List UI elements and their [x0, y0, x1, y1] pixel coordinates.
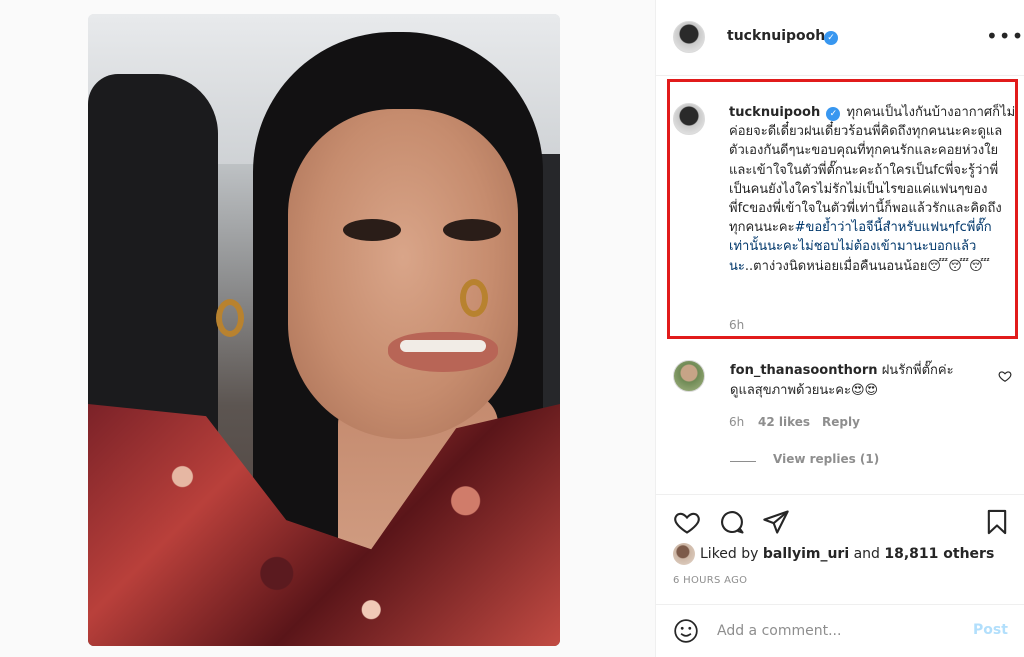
caption-end: ..ตาง่วงนิดหน่อยเมื่อคืนนอนน้อย😴😴😴 [744, 258, 990, 274]
comment-body: fon_thanasoonthorn ฝนรักพี่ตั๊กค่ะ ดูแลส… [730, 361, 970, 401]
liked-by-avatar[interactable] [673, 543, 695, 565]
page: tucknuipooh ✓ ••• tucknuipooh ✓ ทุกคนเป็… [0, 0, 1024, 657]
face [288, 109, 518, 439]
caption-username[interactable]: tucknuipooh [729, 105, 820, 120]
commenter-username[interactable]: fon_thanasoonthorn [730, 363, 878, 378]
right-earring [460, 279, 488, 317]
commenter-avatar[interactable] [673, 360, 705, 392]
comment-likes[interactable]: 42 likes [758, 415, 810, 429]
emoji-icon[interactable] [673, 618, 699, 644]
right-eye [443, 219, 501, 241]
header-avatar[interactable] [673, 21, 705, 53]
caption-body: ทุกคนเป็นไงกันบ้างอากาศก็ไม่ค่อยจะดีเดี๋… [729, 105, 1016, 236]
post-timestamp[interactable]: 6 HOURS AGO [673, 575, 747, 586]
view-replies-button[interactable]: View replies (1) [773, 452, 879, 466]
liked-by-prefix: Liked by [700, 546, 763, 562]
heart-icon[interactable] [673, 508, 701, 536]
liked-by-user[interactable]: ballyim_uri [763, 546, 849, 562]
header-username[interactable]: tucknuipooh [727, 28, 825, 44]
caption-time[interactable]: 6h [729, 318, 744, 332]
more-options-icon[interactable]: ••• [986, 24, 1023, 48]
lips [388, 332, 498, 372]
add-comment-divider [655, 604, 1024, 605]
bookmark-icon[interactable] [983, 508, 1011, 536]
actions-divider [655, 494, 1024, 495]
share-icon[interactable] [762, 508, 790, 536]
verified-badge-icon: ✓ [824, 31, 838, 45]
view-replies-divider [730, 461, 756, 462]
comment-icon[interactable] [718, 508, 746, 536]
comment-like-heart-icon[interactable] [998, 369, 1012, 383]
comment-time[interactable]: 6h [729, 415, 744, 429]
add-comment-input[interactable] [717, 620, 957, 642]
liked-by-and: and [849, 546, 885, 562]
car-seat-headrest [88, 74, 218, 434]
left-eye [343, 219, 401, 241]
teeth [400, 340, 486, 352]
caption-avatar[interactable] [673, 103, 705, 135]
caption-text: tucknuipooh ✓ ทุกคนเป็นไงกันบ้างอากาศก็ไ… [729, 103, 1016, 276]
liked-by-text: Liked by ballyim_uri and 18,811 others [700, 546, 994, 562]
post-button[interactable]: Post [973, 622, 1008, 638]
post-header [656, 0, 1024, 76]
left-earring [216, 299, 244, 337]
post-photo[interactable] [88, 14, 560, 646]
caption-verified-icon: ✓ [826, 107, 841, 121]
liked-by-others[interactable]: 18,811 others [884, 546, 994, 562]
comment-reply-button[interactable]: Reply [822, 415, 860, 429]
